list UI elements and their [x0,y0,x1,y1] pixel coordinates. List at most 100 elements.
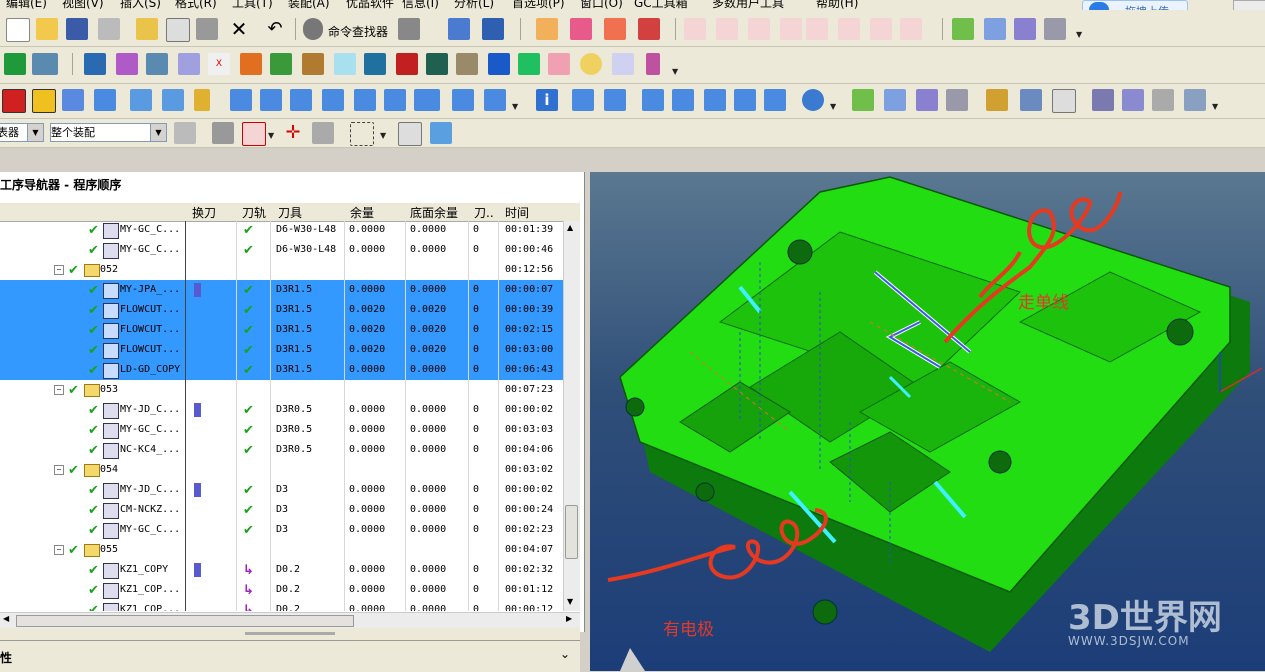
cavity-icon[interactable] [240,53,262,75]
view-box-icon[interactable] [398,122,422,146]
operation-row[interactable]: ✔ FLOWCUT... ✔ D3R1.5 0.0020 0.0020 0 00:02:15 [0,320,563,340]
mold-tool-icon[interactable] [4,53,26,75]
color-red-icon[interactable] [2,89,26,113]
program-group-row[interactable]: − ✔ 052 00:12:56 [0,260,563,280]
menu-item[interactable]: 多数用户工具 [712,0,784,10]
operation-row[interactable]: ✔ MY-JPA_... ✔ D3R1.5 0.0000 0.0000 0 00:00:07 [0,280,563,300]
navigator-scroll-thumb[interactable] [565,505,578,559]
column-header-tool[interactable]: 刀具 [278,204,302,221]
column-header-tool-number[interactable]: 刀.. [474,204,494,221]
crosshair-icon[interactable]: ✛ [282,122,304,144]
paste-icon[interactable] [196,18,218,40]
standard-parts-icon[interactable] [178,53,200,75]
tool-list-2-icon[interactable] [604,89,626,111]
core-icon[interactable] [270,53,292,75]
list-icon[interactable] [1014,18,1036,40]
operation-row[interactable]: ✔ MY-GC_C... ✔ D3R0.5 0.0000 0.0000 0 00:03:03 [0,420,563,440]
curve-tool-3-icon[interactable] [604,18,626,40]
print-icon[interactable] [98,18,120,40]
menu-item[interactable]: 插入(S) [120,0,161,10]
operation-row[interactable]: ✔ MY-GC_C... ✔ D6-W30-L48 0.0000 0.0000 0 00:00… [0,240,563,260]
expand-toggle-icon[interactable]: − [54,385,64,395]
method-group-2-icon[interactable] [260,89,282,111]
report-icon[interactable] [1020,89,1042,111]
shop-doc-3-icon[interactable] [704,89,726,111]
tool-list-icon[interactable] [572,89,594,111]
cube-icon[interactable] [488,53,510,75]
animal-icon[interactable] [456,53,478,75]
program-group-icon[interactable] [130,89,152,111]
selection-icon[interactable] [398,18,420,40]
simulate-icon[interactable] [884,89,906,111]
doc-icon[interactable] [1052,89,1076,113]
curve-tool-1-icon[interactable] [536,18,558,40]
trim-icon[interactable] [806,18,828,40]
plane-icon[interactable] [334,53,356,75]
output-list-icon[interactable] [946,89,968,111]
column-header-toolchange[interactable]: 换刀 [192,204,216,221]
red-block-icon[interactable] [396,53,418,75]
menu-item[interactable]: 工具(T) [232,0,273,10]
wcs-icon[interactable] [312,122,334,144]
method-group-5-icon[interactable] [354,89,376,111]
save-icon[interactable] [66,18,88,40]
menu-item[interactable]: 装配(A) [288,0,330,10]
pig-icon[interactable] [548,53,570,75]
operation-row[interactable]: ✔ MY-JD_C... ✔ D3 0.0000 0.0000 0 00:00:02 [0,480,563,500]
menu-item[interactable]: 格式(R) [175,0,217,10]
program-group-row[interactable]: − ✔ 055 00:04:07 [0,540,563,560]
filter-settings-icon[interactable] [174,122,196,144]
electrode-icon[interactable] [84,53,106,75]
time-icon[interactable] [1152,89,1174,111]
mold-base-icon[interactable] [116,53,138,75]
info-query-icon[interactable] [482,18,504,40]
operation-row[interactable]: ✔ MY-GC_C... ✔ D3 0.0000 0.0000 0 00:02:23 [0,520,563,540]
menu-item[interactable]: 首选项(P) [512,0,565,10]
type-filter-select[interactable]: 表器 ▼ [0,123,44,142]
green-box-icon[interactable] [518,53,540,75]
menu-item[interactable]: 优品软件 [346,0,394,10]
target-icon[interactable] [580,53,602,75]
insert-icon[interactable] [302,53,324,75]
offset-curve-icon[interactable] [838,18,860,40]
new-file-icon[interactable] [6,18,30,42]
operation-row[interactable]: ✔ NC-KC4_... ✔ D3R0.5 0.0000 0.0000 0 00:04:06 [0,440,563,460]
operation-row[interactable]: ✔ KZ1_COP... ↳ D0.2 0.0000 0.0000 0 00:00:12 [0,600,563,611]
column-header-floor-stock[interactable]: 底面余量 [410,204,458,221]
cylinder-icon[interactable] [646,53,660,75]
folder-ops-icon[interactable] [484,89,506,111]
slider-icon[interactable] [146,53,168,75]
view-cube-icon[interactable] [430,122,452,144]
column-header-stock[interactable]: 余量 [350,204,374,221]
method-group-6-icon[interactable] [384,89,406,111]
tool-group-icon[interactable] [162,89,184,111]
shape-icon[interactable] [780,18,802,40]
method-group-3-icon[interactable] [290,89,312,111]
machine-icon[interactable] [916,89,938,111]
operation-row[interactable]: ✔ FLOWCUT... ✔ D3R1.5 0.0020 0.0020 0 00:00:39 [0,300,563,320]
copy-icon[interactable] [166,18,190,42]
line-icon[interactable] [684,18,706,40]
shop-doc-4-icon[interactable] [734,89,756,111]
surface-tool-icon[interactable] [32,53,58,75]
pin-icon[interactable] [986,89,1008,111]
menu-item[interactable]: GC工具箱 [634,0,688,10]
delete-icon[interactable]: ✕ [228,18,250,40]
expand-toggle-icon[interactable]: − [54,465,64,475]
expand-toggle-icon[interactable]: − [54,545,64,555]
name-icon[interactable] [414,89,440,111]
magic-icon[interactable] [612,53,634,75]
operation-row[interactable]: ✔ KZ1_COP... ↳ D0.2 0.0000 0.0000 0 00:01:12 [0,580,563,600]
color-mix-icon[interactable] [32,89,56,113]
menu-item[interactable]: 信息(I) [402,0,439,10]
operation-row[interactable]: ✔ KZ1_COPY ↳ D0.2 0.0000 0.0000 0 00:02:32 [0,560,563,580]
arc-icon[interactable] [716,18,738,40]
menu-item[interactable]: 窗口(O) [580,0,623,10]
link-icon[interactable] [448,18,470,40]
operation-row[interactable]: ✔ LD-GD_COPY ✔ D3R1.5 0.0000 0.0000 0 00:06:43 [0,360,563,380]
menu-item[interactable]: 帮助(H) [816,0,858,10]
operation-row[interactable]: ✔ CM-NCKZ... ✔ D3 0.0000 0.0000 0 00:00:24 [0,500,563,520]
post-process-icon[interactable] [764,89,786,111]
cut-icon[interactable] [136,18,158,40]
snap-icon[interactable] [212,122,234,144]
